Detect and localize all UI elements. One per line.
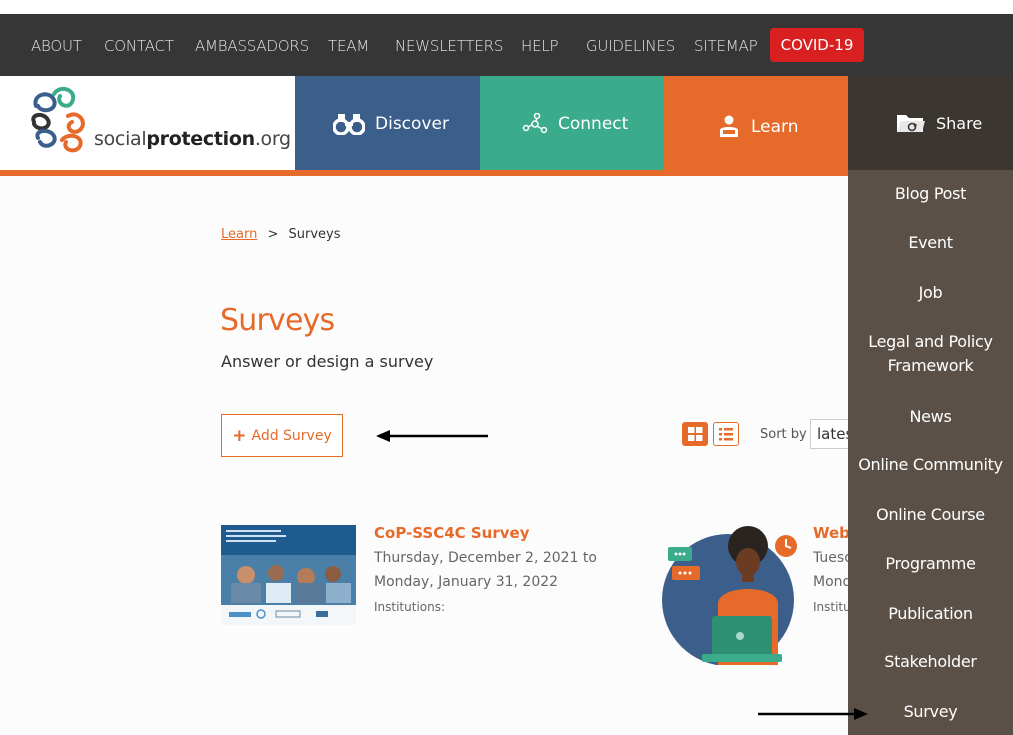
add-survey-button[interactable]: + Add Survey [221,414,343,457]
share-item-online-community[interactable]: Online Community [848,453,1013,477]
share-item-job[interactable]: Job [848,281,1013,305]
breadcrumb-learn-link[interactable]: Learn [221,227,257,242]
annotation-arrow-left-icon [376,430,488,442]
cop-ssc4c-image [221,525,356,625]
top-navigation: ABOUT CONTACT AMBASSADORS TEAM NEWSLETTE… [0,14,1013,76]
network-icon [522,113,548,134]
survey-thumbnail[interactable] [221,525,356,625]
survey-thumbnail[interactable] [658,520,798,666]
logo-icon [31,86,85,153]
covid-button[interactable]: COVID-19 [770,28,864,62]
page-title: Surveys [220,303,335,338]
teacher-icon [720,115,738,137]
sort-select[interactable]: latest [810,419,848,449]
card-title[interactable]: CoP-SSC4C Survey [374,524,530,542]
card-date-start: Thursday, December 2, 2021 to [374,550,597,566]
nav-ambassadors[interactable]: AMBASSADORS [195,37,309,55]
list-view-toggle[interactable] [713,422,739,446]
share-item-event[interactable]: Event [848,231,1013,255]
nav-about[interactable]: ABOUT [31,37,82,55]
logo-text: socialprotection.org [94,128,291,150]
nav-contact[interactable]: CONTACT [104,37,174,55]
card-date-start: Tuesday [813,550,848,566]
annotation-arrow-right-icon [758,708,868,720]
grid-icon [688,427,703,441]
webinar-illustration [662,526,797,666]
share-item-online-course[interactable]: Online Course [848,503,1013,527]
nav-share[interactable]: Share [848,76,1013,170]
breadcrumb-separator: > [267,227,279,242]
grid-view-toggle[interactable] [682,422,708,446]
nav-share-label: Share [936,113,983,133]
nav-sitemap[interactable]: SITEMAP [694,37,758,55]
plus-icon: + [232,425,247,446]
card-date-end: Monday, January 31, 2022 [374,574,559,590]
nav-learn[interactable]: Learn [664,76,848,170]
share-item-legal-policy[interactable]: Legal and Policy Framework [848,330,1013,378]
nav-help[interactable]: HELP [521,37,559,55]
share-item-programme[interactable]: Programme [848,552,1013,576]
card-institutions: Institutions: [813,600,848,614]
site-logo[interactable]: socialprotection.org [0,76,295,170]
card-date-end: Monday [813,574,848,590]
share-item-news[interactable]: News [848,405,1013,429]
nav-learn-label: Learn [751,117,799,137]
card-institutions: Institutions: [374,600,446,614]
nav-team[interactable]: TEAM [328,37,369,55]
nav-newsletters[interactable]: NEWSLETTERS [395,37,503,55]
nav-discover-label: Discover [375,114,449,134]
nav-connect-label: Connect [558,114,629,134]
breadcrumb: Learn > Surveys [221,227,341,242]
add-survey-label: Add Survey [251,427,332,444]
breadcrumb-current: Surveys [288,227,341,242]
nav-guidelines[interactable]: GUIDELINES [586,37,675,55]
share-item-publication[interactable]: Publication [848,602,1013,626]
card-title[interactable]: Webinar Survey [813,524,848,542]
folder-share-icon [897,115,925,132]
brand-bar: socialprotection.org Discover Connect Le… [0,76,848,170]
nav-discover[interactable]: Discover [295,76,480,170]
share-item-survey[interactable]: Survey [848,700,1013,724]
sort-by-label: Sort by [760,427,807,442]
page-subtitle: Answer or design a survey [221,352,434,371]
nav-connect[interactable]: Connect [480,76,664,170]
share-item-stakeholder[interactable]: Stakeholder [848,650,1013,674]
binoculars-icon [333,114,365,135]
share-dropdown: Share Blog Post Event Job Legal and Poli… [848,76,1013,735]
top-strip [0,0,1013,14]
share-item-blog-post[interactable]: Blog Post [848,182,1013,206]
list-icon [719,428,733,441]
